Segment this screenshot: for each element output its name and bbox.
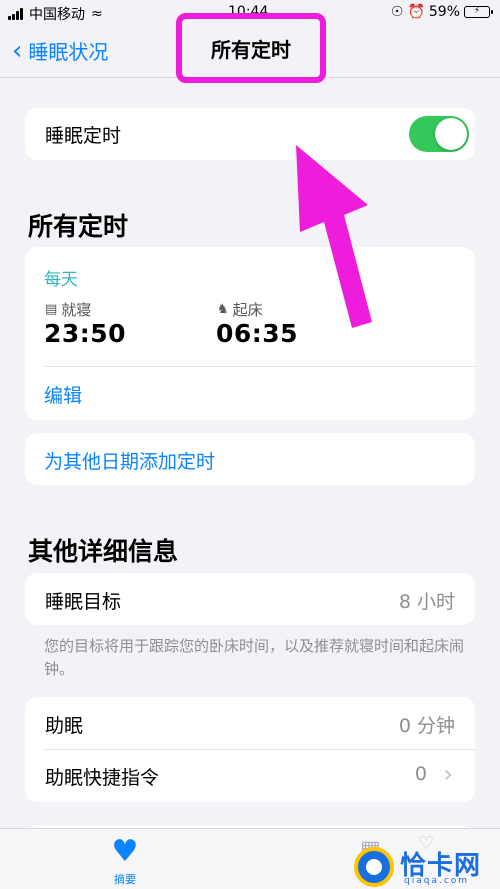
nav-bar: ‹ 睡眠状况 所有定时 — [0, 13, 500, 83]
wind-down-card: 助眠 0 分钟 助眠快捷指令 0 › — [25, 697, 475, 802]
sleep-goal-value: 8 小时 — [398, 591, 455, 613]
section-title-details: 其他详细信息 — [28, 537, 179, 566]
carrier-name: 中国移动 — [29, 7, 85, 23]
add-schedule-button[interactable]: 为其他日期添加定时 — [44, 447, 215, 474]
status-left: 中国移动 ≈ — [8, 4, 103, 24]
battery-percent: 59% — [428, 4, 460, 20]
battery-icon: ⚡ — [464, 6, 493, 18]
schedule-divider — [44, 366, 475, 367]
shortcuts-label: 助眠快捷指令 — [45, 767, 160, 789]
tab-summary-label: 摘要 — [114, 873, 136, 886]
bell-icon: ♞ — [217, 302, 229, 317]
wifi-icon: ≈ — [91, 6, 103, 22]
sleep-schedule-label: 睡眠定时 — [45, 125, 122, 147]
watermark-logo: 恰卡网 qiaqa.com — [352, 845, 500, 889]
sleep-goal-card[interactable]: 睡眠目标 8 小时 — [25, 573, 475, 625]
heart-icon: ♥ — [111, 834, 139, 869]
watermark-circle-icon — [354, 847, 394, 887]
page-title: 所有定时 — [176, 13, 326, 83]
sleep-schedule-toggle[interactable] — [409, 116, 469, 152]
cellular-signal-icon — [8, 8, 24, 20]
bedtime-label-text: 就寝 — [61, 301, 92, 319]
toggle-knob — [435, 118, 467, 150]
status-right: ☉ ⏰ 59% ⚡ — [390, 4, 493, 20]
edit-button[interactable]: 编辑 — [44, 381, 82, 408]
watermark-domain: qiaqa.com — [404, 876, 470, 886]
wind-down-row[interactable]: 助眠 0 分钟 — [25, 697, 475, 749]
sleep-goal-footnote: 您的目标将用于跟踪您的卧床时间，以及推荐就寝时间和起床闹钟。 — [44, 637, 465, 678]
tab-summary[interactable]: ♥ 摘要 — [100, 837, 150, 887]
back-button[interactable]: ‹ 睡眠状况 — [12, 36, 108, 65]
wind-down-label: 助眠 — [45, 715, 84, 737]
wakeup-label: ♞ 起床 — [217, 299, 263, 320]
back-label: 睡眠状况 — [28, 40, 109, 64]
bedtime-value: 23:50 — [44, 319, 127, 348]
shortcuts-row[interactable]: 助眠快捷指令 0 › — [25, 750, 475, 802]
lock-rotation-icon: ☉ — [390, 4, 404, 20]
wakeup-label-text: 起床 — [232, 301, 263, 319]
add-schedule-card[interactable]: 为其他日期添加定时 — [25, 433, 475, 485]
shortcuts-value: 0 — [414, 763, 427, 785]
chevron-right-icon: › — [443, 760, 453, 788]
alarm-icon: ⏰ — [407, 4, 425, 20]
section-title-all-schedules: 所有定时 — [28, 212, 129, 241]
wakeup-value: 06:35 — [216, 319, 299, 348]
wind-down-value: 0 分钟 — [398, 715, 455, 737]
schedule-days: 每天 — [44, 270, 78, 290]
bedtime-label: ▤ 就寝 — [45, 299, 91, 320]
bed-icon: ▤ — [45, 302, 58, 317]
schedule-card: 每天 ▤ 就寝 23:50 ♞ 起床 06:35 编辑 — [25, 247, 475, 420]
chevron-left-icon: ‹ — [12, 35, 23, 66]
sleep-schedule-card: 睡眠定时 — [25, 108, 475, 160]
sleep-goal-label: 睡眠目标 — [45, 591, 122, 613]
